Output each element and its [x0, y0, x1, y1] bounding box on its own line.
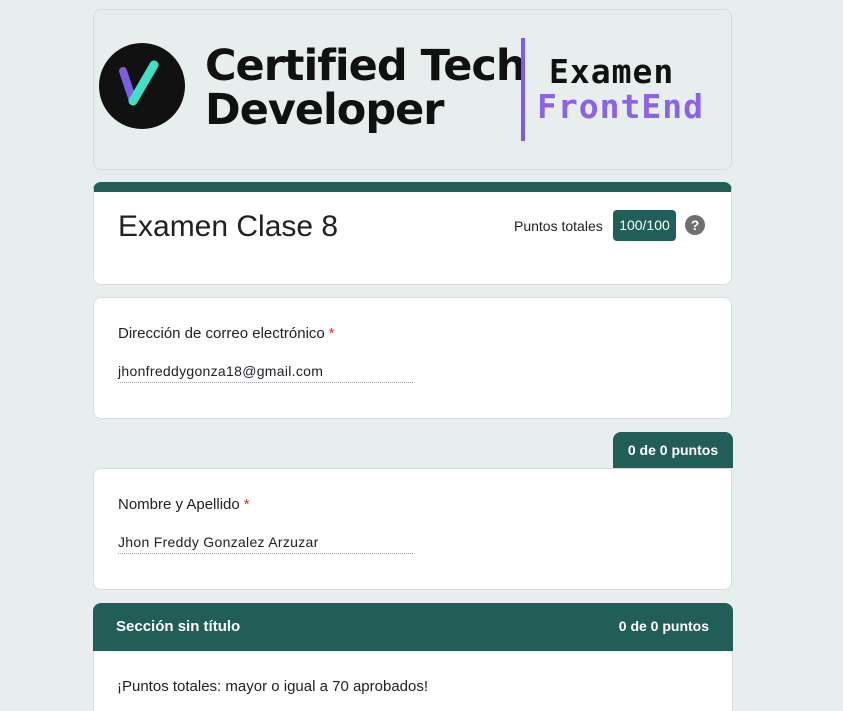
total-points-badge: 100/100: [613, 210, 676, 241]
form-title: Examen Clase 8: [118, 210, 339, 243]
check-logo-icon: [99, 43, 185, 129]
required-marker: *: [328, 325, 335, 342]
banner-divider: [521, 38, 525, 141]
help-icon[interactable]: ?: [685, 215, 705, 235]
email-question-label: Dirección de correo electrónico *: [118, 325, 335, 342]
email-label-text: Dirección de correo electrónico: [118, 325, 325, 342]
name-label-text: Nombre y Apellido: [118, 496, 240, 513]
section-points: 0 de 0 puntos: [618, 618, 709, 634]
name-question-label: Nombre y Apellido *: [118, 496, 250, 513]
name-score-tab: 0 de 0 puntos: [613, 432, 733, 468]
frontend-label: FrontEnd: [537, 87, 704, 126]
header-banner: Certified Tech Developer Examen FrontEnd: [93, 9, 732, 170]
section-body: ¡Puntos totales: mayor o igual a 70 apro…: [93, 651, 733, 711]
name-answer: Jhon Freddy Gonzalez Arzuzar: [118, 534, 413, 554]
brand-title-line2: Developer: [205, 85, 444, 135]
email-question-card: Dirección de correo electrónico * jhonfre…: [93, 297, 732, 419]
brand-title-line1: Certified Tech: [205, 41, 526, 91]
name-question-card: Nombre y Apellido * Jhon Freddy Gonzalez …: [93, 468, 732, 590]
exam-label: Examen: [549, 52, 675, 91]
section-header: Sección sin título 0 de 0 puntos: [93, 603, 733, 651]
email-answer: jhonfreddygonza18@gmail.com: [118, 363, 413, 383]
required-marker: *: [243, 496, 250, 513]
total-points-label: Puntos totales: [514, 218, 603, 234]
section-title: Sección sin título: [116, 618, 241, 635]
section-description: ¡Puntos totales: mayor o igual a 70 apro…: [117, 678, 429, 695]
form-title-card: Examen Clase 8 Puntos totales 100/100 ?: [93, 182, 732, 285]
